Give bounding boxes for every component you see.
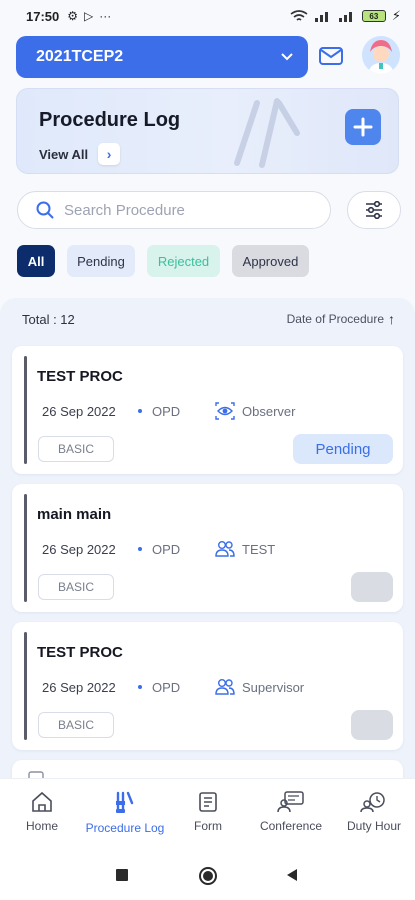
status-bar: 17:50 ⚙ ▷ ··· 63 ⚡ — [0, 0, 415, 32]
signal-icon — [314, 12, 328, 22]
mail-icon[interactable] — [318, 46, 344, 66]
bottom-navigation: Home Procedure Log Form Conference Duty … — [0, 778, 415, 850]
procedure-location: OPD — [152, 680, 181, 695]
separator-dot — [138, 547, 142, 551]
procedure-card[interactable]: TEST PROC 26 Sep 2022 OPD Observer BASIC… — [12, 346, 403, 474]
card-accent-bar — [24, 494, 27, 602]
users-icon — [215, 541, 235, 557]
status-badge — [351, 710, 393, 740]
search-bar — [17, 191, 331, 229]
procedure-list: Total : 12 Date of Procedure ↑ TEST PROC… — [0, 298, 415, 778]
nav-duty-hour-label: Duty Hour — [346, 819, 402, 833]
procedure-role: TEST — [242, 542, 276, 557]
nav-procedure-log-label: Procedure Log — [85, 821, 165, 835]
level-badge: BASIC — [38, 712, 114, 738]
nav-duty-hour[interactable]: Duty Hour — [329, 791, 415, 833]
procedure-card[interactable]: TEST PROC 26 Sep 2022 OPD Supervisor BAS… — [12, 622, 403, 750]
back-icon[interactable] — [285, 868, 299, 882]
nav-home[interactable]: Home — [0, 791, 87, 833]
calendar-icon — [28, 771, 44, 778]
card-accent-bar — [24, 632, 27, 740]
filter-chip-all[interactable]: All — [17, 245, 55, 277]
form-icon — [199, 792, 217, 812]
filter-button[interactable] — [347, 191, 401, 229]
surgical-tools-icon — [234, 98, 300, 168]
nav-conference-label: Conference — [259, 819, 323, 833]
filter-chip-pending[interactable]: Pending — [67, 245, 135, 277]
procedure-card[interactable]: main main 26 Sep 2022 OPD TEST BASIC — [12, 484, 403, 612]
total-count: Total : 12 — [22, 312, 75, 327]
add-procedure-button[interactable] — [345, 109, 381, 145]
duty-hour-icon — [360, 792, 385, 813]
notification-icons: ⚙ ▷ ··· — [67, 9, 111, 23]
nav-home-label: Home — [25, 819, 58, 833]
nav-procedure-log[interactable]: Procedure Log — [80, 791, 170, 835]
sort-label: Date of Procedure — [286, 312, 384, 326]
banner-title: Procedure Log — [39, 109, 181, 131]
signal-icon-2 — [338, 12, 352, 22]
search-icon — [36, 201, 54, 219]
system-navigation — [0, 850, 415, 900]
home-button-icon[interactable] — [198, 866, 218, 886]
sort-control[interactable]: Date of Procedure ↑ — [287, 311, 395, 327]
recent-apps-icon[interactable] — [115, 868, 129, 882]
procedure-role: Observer — [242, 404, 296, 419]
play-icon: ▷ — [84, 9, 94, 23]
avatar[interactable] — [362, 36, 400, 74]
nav-form-label: Form — [194, 819, 222, 833]
header: 2021TCEP2 — [16, 36, 400, 78]
eye-icon — [215, 402, 235, 420]
battery-icon: 63 — [361, 10, 386, 22]
home-icon — [32, 791, 52, 812]
view-all-link[interactable]: View All › — [39, 143, 121, 165]
nav-form[interactable]: Form — [163, 791, 253, 833]
sliders-icon — [366, 201, 382, 219]
settings-icon: ⚙ — [67, 9, 79, 23]
search-input[interactable] — [64, 201, 314, 219]
procedure-log-icon — [116, 791, 134, 813]
procedure-date: 26 Sep 2022 — [42, 680, 116, 695]
filter-chip-rejected[interactable]: Rejected — [147, 245, 220, 277]
separator-dot — [138, 409, 142, 413]
view-all-label: View All — [39, 146, 89, 162]
status-badge: Pending — [293, 434, 393, 464]
users-icon — [215, 679, 235, 695]
chevron-down-icon — [280, 49, 294, 65]
procedure-role: Supervisor — [242, 680, 305, 695]
status-time: 17:50 — [26, 8, 60, 24]
procedure-location: OPD — [152, 404, 181, 419]
course-label: 2021TCEP2 — [36, 48, 124, 65]
procedure-date: 26 Sep 2022 — [42, 404, 116, 419]
wifi-icon — [290, 10, 308, 21]
level-badge: BASIC — [38, 436, 114, 462]
sort-arrow-icon: ↑ — [388, 311, 395, 327]
dots-icon: ··· — [99, 9, 112, 23]
filter-chip-approved[interactable]: Approved — [232, 245, 309, 277]
chevron-right-icon: › — [98, 143, 121, 165]
procedure-location: OPD — [152, 542, 181, 557]
conference-icon — [277, 791, 304, 813]
status-badge — [351, 572, 393, 602]
procedure-card[interactable] — [12, 760, 403, 778]
procedure-title: main main — [37, 506, 112, 523]
separator-dot — [138, 685, 142, 689]
procedure-log-banner: Procedure Log View All › — [16, 88, 399, 174]
plus-icon — [353, 117, 373, 137]
procedure-date: 26 Sep 2022 — [42, 542, 116, 557]
nav-conference[interactable]: Conference — [246, 791, 336, 833]
card-accent-bar — [24, 356, 27, 464]
procedure-title: TEST PROC — [37, 368, 123, 385]
course-dropdown[interactable]: 2021TCEP2 — [16, 36, 308, 78]
level-badge: BASIC — [38, 574, 114, 600]
procedure-title: TEST PROC — [37, 644, 123, 661]
charging-icon: ⚡ — [391, 8, 401, 23]
